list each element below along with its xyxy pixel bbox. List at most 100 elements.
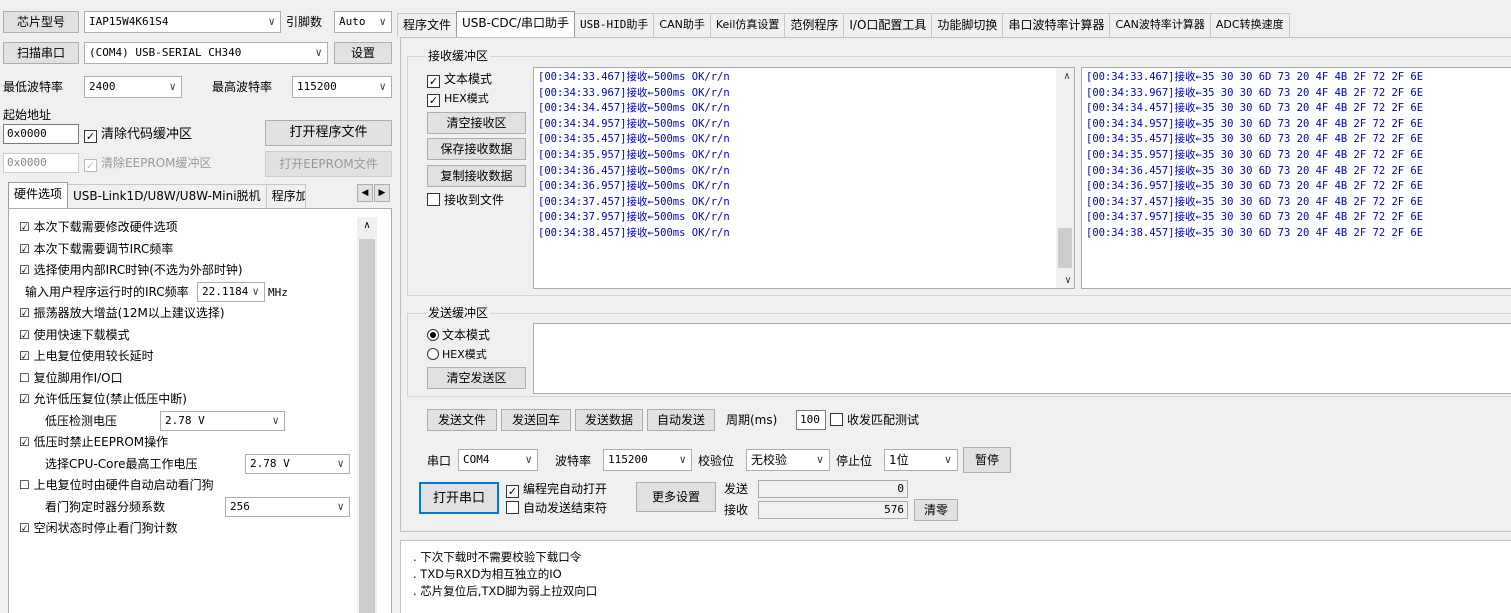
send-text-area[interactable]	[533, 323, 1511, 394]
tab-keil-debug[interactable]: Keil仿真设置	[709, 13, 786, 37]
max-baud-select[interactable]: 115200 ∨	[292, 76, 392, 98]
checkbox-icon: ☑	[19, 327, 30, 342]
tab-pin-switch[interactable]: 功能脚切换	[931, 13, 1004, 37]
receive-text-log[interactable]: [00:34:33.467]接收←500ms OK/r/n [00:34:33.…	[533, 67, 1075, 289]
eeprom-address-input[interactable]: 0x0000	[3, 153, 79, 173]
chip-model-value: IAP15W4K61S4	[89, 15, 169, 28]
port-select[interactable]: (COM4) USB-SERIAL CH340 ∨	[84, 42, 328, 64]
option-row[interactable]: ☑ 低压时禁止EEPROM操作	[15, 432, 365, 454]
option-row[interactable]: ☑ 空闲状态时停止看门狗计数	[15, 518, 365, 540]
send-data-button[interactable]: 发送数据	[575, 409, 643, 431]
open-eeprom-file-button[interactable]: 打开EEPROM文件	[265, 151, 392, 177]
irc-frequency-select[interactable]: 22.1184 ∨	[197, 281, 265, 302]
tab-usb-link-offline[interactable]: USB-Link1D/U8W/U8W-Mini脱机	[67, 184, 267, 208]
tab-usb-hid[interactable]: USB-HID助手	[574, 13, 655, 37]
clear-receive-button[interactable]: 清空接收区	[427, 112, 526, 134]
send-hex-mode-radio[interactable]: HEX模式	[427, 346, 487, 363]
receive-hex-log[interactable]: [00:34:33.467]接收←35 30 30 6D 73 20 4F 4B…	[1081, 67, 1511, 289]
code-address-input[interactable]: 0x0000	[3, 124, 79, 144]
wdt-divider-select[interactable]: 256 ∨	[225, 496, 350, 517]
chevron-down-icon[interactable]: ∨	[1058, 272, 1074, 288]
info-line: . 下次下载时不需要校验下载口令	[413, 550, 582, 564]
option-row: 低压检测电压 2.78 V ∨	[15, 410, 365, 433]
clear-code-checkbox[interactable]: ✓ 清除代码缓冲区	[84, 127, 192, 143]
clear-eeprom-checkbox[interactable]: ✓ 清除EEPROM缓冲区	[84, 155, 212, 172]
pause-button[interactable]: 暂停	[963, 447, 1011, 473]
parity-select[interactable]: 无校验 ∨	[746, 449, 830, 471]
serial-port-select[interactable]: COM4 ∨	[458, 449, 538, 471]
checkbox-icon: ☑	[19, 521, 30, 535]
chevron-up-icon[interactable]: ∧	[357, 217, 377, 235]
auto-open-checkbox[interactable]: ✓ 编程完自动打开	[506, 481, 607, 498]
log-line: [00:34:37.957]接收←35 30 30 6D 73 20 4F 4B…	[1086, 211, 1424, 224]
match-test-label: 收发匹配测试	[847, 413, 920, 427]
recv-text-mode-checkbox[interactable]: ✓ 文本模式	[427, 71, 492, 88]
save-receive-button[interactable]: 保存接收数据	[427, 138, 526, 160]
option-row[interactable]: ☐ 复位脚用作I/O口	[15, 368, 365, 390]
check-icon: ✓	[427, 94, 440, 107]
settings-button[interactable]: 设置	[334, 42, 392, 64]
core-voltage-select[interactable]: 2.78 V ∨	[245, 453, 350, 474]
min-baud-select[interactable]: 2400 ∨	[84, 76, 182, 98]
open-port-button[interactable]: 打开串口	[419, 482, 499, 514]
log-line: [00:34:33.467]接收←500ms OK/r/n	[538, 71, 730, 83]
chip-model-select[interactable]: IAP15W4K61S4 ∨	[84, 11, 281, 33]
tab-scroll-left-button[interactable]: ◀	[357, 184, 373, 202]
option-row[interactable]: ☑ 上电复位使用较长延时	[15, 346, 365, 368]
stop-bits-select[interactable]: 1位 ∨	[884, 449, 958, 471]
open-program-file-button[interactable]: 打开程序文件	[265, 120, 392, 146]
options-scrollbar[interactable]: ∧	[357, 217, 377, 613]
tab-program-encrypt[interactable]: 程序加	[265, 184, 306, 208]
max-baud-label: 最高波特率	[212, 80, 273, 94]
send-cr-button[interactable]: 发送回车	[501, 409, 571, 431]
send-file-button[interactable]: 发送文件	[427, 409, 497, 431]
option-row[interactable]: ☑ 使用快速下载模式	[15, 325, 365, 347]
auto-send-button[interactable]: 自动发送	[647, 409, 715, 431]
clear-send-button[interactable]: 清空发送区	[427, 367, 526, 389]
auto-end-checkbox[interactable]: 自动发送结束符	[506, 500, 607, 516]
log-line: [00:34:37.457]接收←500ms OK/r/n	[538, 195, 730, 208]
option-row[interactable]: ☑ 本次下载需要修改硬件选项	[15, 217, 365, 239]
baud-select[interactable]: 115200 ∨	[603, 449, 692, 471]
option-row[interactable]: ☑ 本次下载需要调节IRC频率	[15, 239, 365, 261]
tab-examples[interactable]: 范例程序	[784, 13, 845, 37]
option-row[interactable]: ☑ 允许低压复位(禁止低压中断)	[15, 389, 365, 411]
sent-count-label: 发送	[724, 482, 749, 496]
match-test-checkbox[interactable]: 收发匹配测试	[830, 412, 919, 428]
tab-baud-calc[interactable]: 串口波特率计算器	[1002, 13, 1111, 37]
option-row[interactable]: ☑ 选择使用内部IRC时钟(不选为外部时钟)	[15, 260, 365, 282]
lvd-voltage-select[interactable]: 2.78 V ∨	[160, 410, 285, 431]
copy-receive-button[interactable]: 复制接收数据	[427, 165, 526, 187]
clear-count-button[interactable]: 清零	[914, 499, 958, 521]
option-label: 本次下载需要调节IRC频率	[33, 241, 174, 256]
scan-port-button[interactable]: 扫描串口	[3, 42, 79, 64]
log-line: [00:34:36.457]接收←500ms OK/r/n	[538, 164, 730, 177]
tab-usb-cdc-serial[interactable]: USB-CDC/串口助手	[456, 11, 576, 37]
scrollbar-thumb[interactable]	[1058, 228, 1072, 268]
check-icon: ✓	[84, 159, 97, 172]
tab-program-file[interactable]: 程序文件	[397, 13, 458, 37]
receive-to-file-checkbox[interactable]: 接收到文件	[427, 192, 504, 208]
chevron-down-icon: ∨	[679, 453, 686, 466]
receive-log-scrollbar[interactable]: ∧ ∨	[1056, 68, 1074, 288]
tab-can[interactable]: CAN助手	[653, 13, 711, 37]
pins-select[interactable]: Auto ∨	[334, 11, 392, 33]
tab-adc-speed[interactable]: ADC转换速度	[1209, 13, 1290, 37]
option-label: 允许低压复位(禁止低压中断)	[33, 392, 187, 406]
option-row[interactable]: ☑ 振荡器放大增益(12M以上建议选择)	[15, 303, 365, 325]
send-text-mode-radio[interactable]: 文本模式	[427, 327, 490, 343]
tab-can-baud-calc[interactable]: CAN波特率计算器	[1109, 13, 1211, 37]
option-row[interactable]: ☐ 上电复位时由硬件自动启动看门狗	[15, 475, 365, 497]
scrollbar-thumb[interactable]	[359, 239, 375, 613]
tab-scroll-right-button[interactable]: ▶	[374, 184, 390, 202]
option-label: 本次下载需要修改硬件选项	[33, 220, 178, 234]
recv-hex-mode-checkbox[interactable]: ✓ HEX模式	[427, 90, 489, 107]
tab-io-config[interactable]: I/O口配置工具	[843, 13, 933, 37]
period-input[interactable]: 100	[796, 410, 826, 430]
send-hex-mode-label: HEX模式	[442, 348, 487, 361]
stop-bits-value: 1位	[889, 453, 909, 467]
receive-buffer-title: 接收缓冲区	[426, 49, 491, 63]
more-settings-button[interactable]: 更多设置	[636, 482, 716, 512]
chevron-up-icon[interactable]: ∧	[1058, 68, 1074, 84]
tab-hardware-options[interactable]: 硬件选项	[8, 182, 69, 208]
